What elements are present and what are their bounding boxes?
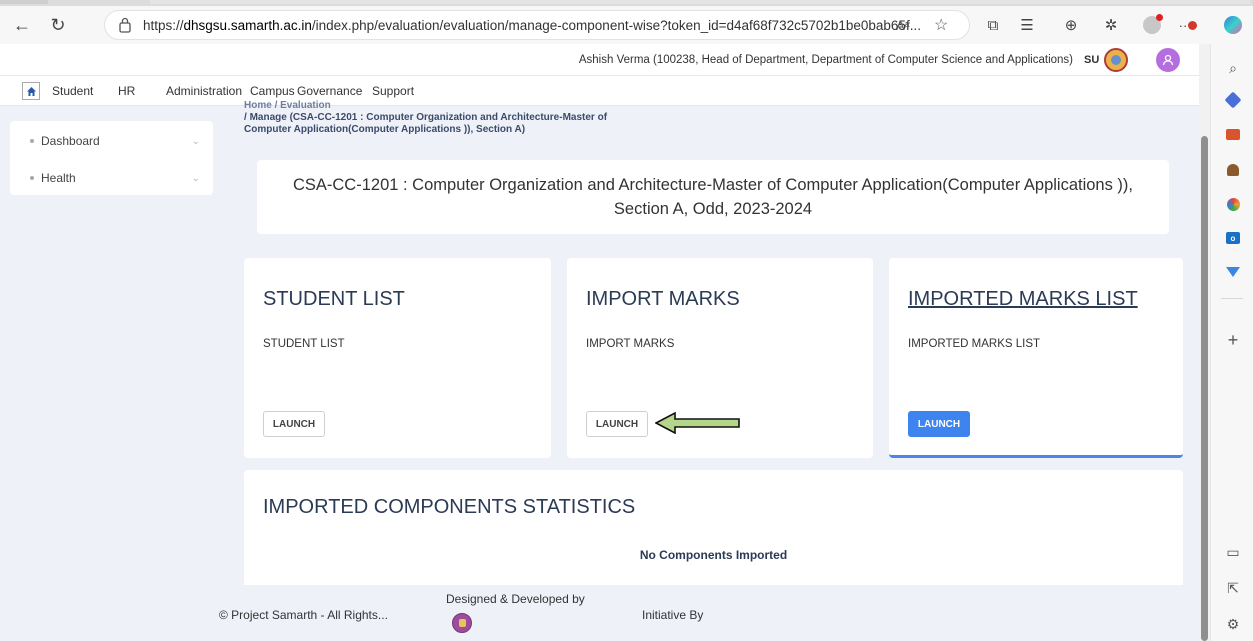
active-tab-indicator [0,0,48,4]
refresh-icon[interactable]: ↻ [46,6,70,44]
student-list-launch-button[interactable]: LAUNCH [263,411,325,437]
course-title-line1: CSA-CC-1201 : Computer Organization and … [292,176,1134,194]
more-dots: ·· [1178,17,1188,33]
browser-toolbar: ← ↻ https://dhsgsu.samarth.ac.in/index.p… [0,6,1253,44]
address-bar[interactable]: https://dhsgsu.samarth.ac.in/index.php/e… [104,10,970,40]
briefcase-icon[interactable] [1223,124,1243,144]
student-list-card: STUDENT LIST STUDENT LIST LAUNCH [244,258,551,458]
send-icon[interactable] [1223,262,1243,282]
sidebar-toggle-icon[interactable]: ▭ [1223,542,1243,562]
bullet-icon [30,139,34,143]
breadcrumb-separator: / [274,100,278,111]
footer-initiative-by: Initiative By [642,608,704,622]
import-marks-launch-button[interactable]: LAUNCH [586,411,648,437]
nav-campus[interactable]: Campus [250,84,295,98]
url-prefix: https:// [143,17,184,33]
sidebar-item-label: Dashboard [41,134,100,148]
tag-icon[interactable] [1223,90,1243,110]
university-logo-icon[interactable] [1104,48,1128,72]
developer-logo-icon[interactable] [452,613,472,633]
user-info: Ashish Verma (100238, Head of Department… [578,54,1073,66]
gear-icon[interactable]: ⚙ [1223,614,1243,634]
scrollbar-thumb[interactable] [1201,136,1208,641]
imported-marks-list-launch-button[interactable]: LAUNCH [908,411,970,437]
search-icon[interactable]: ⌕ [1223,58,1243,78]
tab-strip-background [150,0,1250,4]
profile-icon[interactable] [1140,6,1164,44]
stats-title: IMPORTED COMPONENTS STATISTICS [263,496,636,518]
sidebar-item-label: Health [41,171,76,185]
external-link-icon[interactable]: ⇱ [1223,578,1243,598]
page-scrollbar[interactable] [1199,44,1210,641]
copilot-icon[interactable] [1221,6,1245,44]
settings-more-icon[interactable]: ·· [1175,6,1201,44]
imported-marks-list-card: IMPORTED MARKS LIST IMPORTED MARKS LIST … [889,258,1183,458]
nav-administration[interactable]: Administration [166,84,242,98]
back-arrow-icon[interactable]: ← [10,6,34,44]
sidebar-item-dashboard[interactable]: Dashboard ⌄ [30,134,200,148]
collections-icon[interactable]: ⊕ [1060,6,1082,44]
url-path: /index.php/evaluation/evaluation/manage-… [311,17,921,33]
footer-designed-by: Designed & Developed by [446,592,585,606]
lock-icon[interactable] [119,17,131,33]
extensions-icon[interactable]: ✲ [1100,6,1122,44]
card-subtitle: STUDENT LIST [263,338,345,350]
favorite-star-icon[interactable]: ☆ [934,12,948,38]
stats-empty-message: No Components Imported [639,548,788,562]
m365-icon[interactable] [1223,194,1243,214]
read-aloud-button[interactable]: Aᵃ [896,12,910,38]
card-title: IMPORT MARKS [586,288,740,310]
favorites-list-icon[interactable]: ☰ [1016,6,1038,44]
annotation-arrow-icon [655,412,740,434]
breadcrumb: Home / Evaluation / Manage (CSA-CC-1201 … [244,100,607,136]
breadcrumb-current-line1: Manage (CSA-CC-1201 : Computer Organizat… [249,112,608,123]
card-subtitle: IMPORTED MARKS LIST [908,338,1041,350]
footer-copyright: © Project Samarth - All Rights... [219,608,388,622]
sidebar-item-health[interactable]: Health ⌄ [30,171,200,185]
outlook-icon[interactable]: o [1223,228,1243,248]
add-icon[interactable]: + [1223,330,1243,350]
browser-side-panel: ⌕ o + ▭ ⇱ ⚙ [1210,44,1253,641]
side-divider [1221,298,1243,299]
breadcrumb-evaluation[interactable]: Evaluation [280,100,331,111]
nav-hr[interactable]: HR [118,84,135,98]
nav-governance[interactable]: Governance [297,84,362,98]
breadcrumb-current-line2: Computer Application(Computer Applicatio… [244,124,526,135]
university-code[interactable]: SU [1084,54,1099,66]
people-icon[interactable] [1223,160,1243,180]
card-title: STUDENT LIST [263,288,405,310]
split-screen-icon[interactable]: ⧉ [982,6,1004,44]
left-sidebar: Dashboard ⌄ Health ⌄ [10,121,213,195]
nav-support[interactable]: Support [372,84,414,98]
card-subtitle: IMPORT MARKS [586,338,675,350]
breadcrumb-separator: / [244,112,247,123]
breadcrumb-home[interactable]: Home [244,100,272,111]
page-footer: © Project Samarth - All Rights... Design… [0,585,1199,641]
chevron-down-icon: ⌄ [191,172,200,184]
course-title-card: CSA-CC-1201 : Computer Organization and … [257,160,1169,234]
url-host: dhsgsu.samarth.ac.in [183,17,312,33]
chevron-down-icon: ⌄ [191,135,200,147]
read-aloud-label: Aᵃ [896,17,910,33]
user-header: Ashish Verma (100238, Head of Department… [0,44,1199,76]
user-avatar-icon[interactable] [1156,48,1180,72]
imported-components-statistics: IMPORTED COMPONENTS STATISTICS No Compon… [244,470,1183,585]
card-title-link[interactable]: IMPORTED MARKS LIST [908,288,1138,311]
course-title-line2: Section A, Odd, 2023-2024 [613,200,813,218]
nav-student[interactable]: Student [52,84,93,98]
home-icon[interactable] [22,82,40,100]
bullet-icon [30,176,34,180]
page-content: Ashish Verma (100238, Head of Department… [0,44,1199,641]
